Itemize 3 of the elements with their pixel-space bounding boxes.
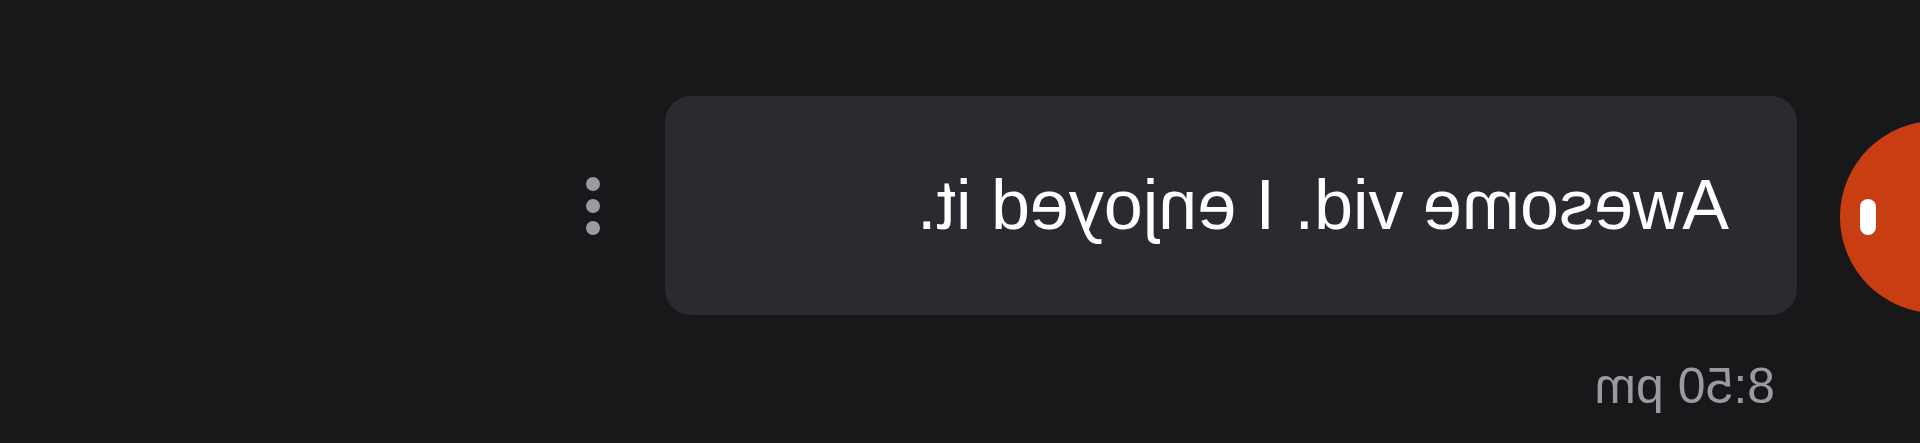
more-options-icon[interactable] bbox=[585, 175, 601, 236]
timestamp: 8:50 pm bbox=[1594, 357, 1775, 416]
message-text: Awesome vid. I enjoyed it. bbox=[917, 165, 1729, 246]
